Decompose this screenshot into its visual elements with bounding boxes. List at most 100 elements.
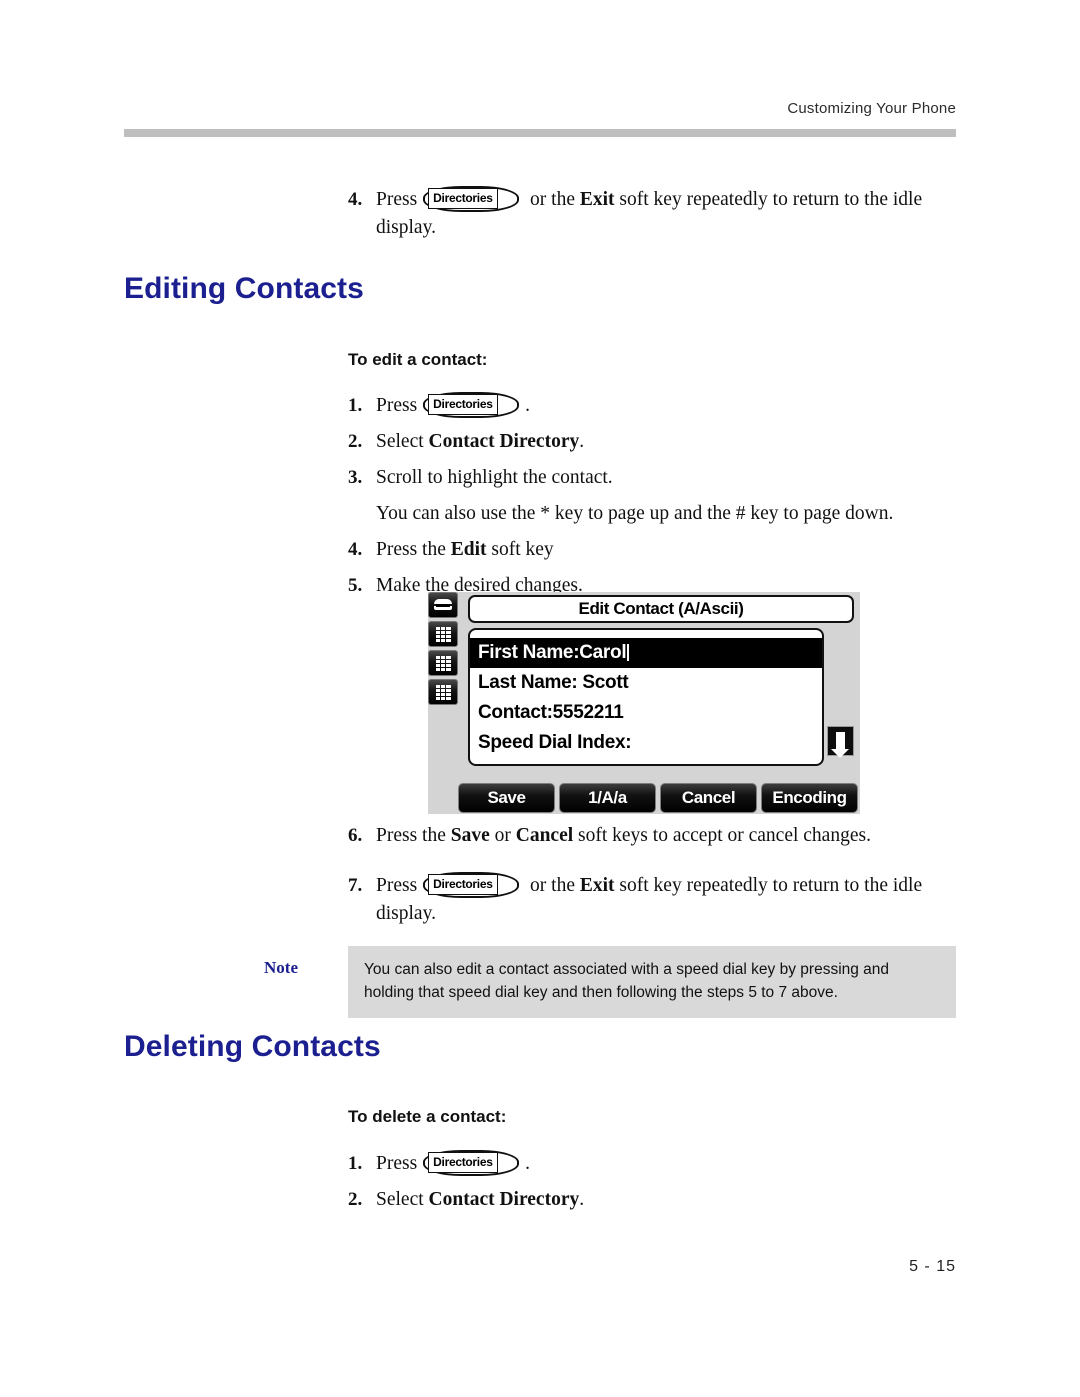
line-key-2[interactable] <box>428 621 458 647</box>
delete-step-list: 1. Press Directories. 2. Select Contact D… <box>348 1150 956 1222</box>
press-word: Press <box>376 189 418 210</box>
field-value: 5552211 <box>552 702 624 723</box>
sub-heading-to-edit-a-contact: To edit a contact: <box>348 350 488 369</box>
softkey-cancel[interactable]: Cancel <box>660 783 757 813</box>
directories-hardkey[interactable]: Directories <box>423 1150 520 1176</box>
note-body: You can also edit a contact associated w… <box>348 946 956 1018</box>
softkey-save[interactable]: Save <box>458 783 555 813</box>
step-text: Press Directories or the Exit soft key re… <box>376 186 956 242</box>
menu-item-contact-directory: Contact Directory <box>428 431 580 452</box>
cancel-softkey-name: Cancel <box>515 825 574 846</box>
field-row-contact[interactable]: Contact:5552211 <box>478 698 822 728</box>
line-key-3[interactable] <box>428 650 458 676</box>
field-label: First Name: <box>478 642 580 663</box>
scroll-down-indicator[interactable] <box>827 726 854 758</box>
step-tail: . <box>579 1189 585 1210</box>
softkey-label: Encoding <box>772 788 847 807</box>
lcd-title-text: Edit Contact (A/Ascii) <box>578 599 744 618</box>
directories-hardkey[interactable]: Directories <box>423 186 520 212</box>
step-text: Press Directories or the Exit soft key re… <box>376 872 956 928</box>
field-label: Contact: <box>478 702 553 723</box>
header-divider <box>124 129 956 137</box>
step-lead: Select <box>376 431 429 452</box>
softkey-encoding[interactable]: Encoding <box>761 783 858 813</box>
list-item: 1. Press Directories. <box>348 1150 956 1178</box>
field-row-first-name[interactable]: First Name:Carol <box>470 638 822 668</box>
press-word: Press <box>376 875 418 896</box>
list-item: 4. Press Directories or the Exit soft key… <box>348 186 956 242</box>
list-item: 7. Press Directories or the Exit soft key… <box>348 872 956 928</box>
hardkey-label: Directories <box>428 874 498 895</box>
step-number: 7. <box>348 875 363 896</box>
hardkey-label: Directories <box>428 394 498 415</box>
note-label: Note <box>264 958 298 977</box>
hardkey-label: Directories <box>428 1152 498 1173</box>
list-item: 6. Press the Save or Cancel soft keys to… <box>348 822 956 850</box>
step-text: Select Contact Directory. <box>376 1186 956 1214</box>
arrow-down-icon <box>831 732 849 758</box>
line-key-column <box>428 592 462 708</box>
step-tail: soft key <box>486 539 554 560</box>
step-number: 4. <box>348 539 363 560</box>
directories-hardkey[interactable]: Directories <box>423 872 520 898</box>
directories-hardkey[interactable]: Directories <box>423 392 520 418</box>
field-value: Carol <box>579 642 627 663</box>
exit-softkey-name: Exit <box>579 189 615 210</box>
step-number: 3. <box>348 467 363 488</box>
step-number: 1. <box>348 1153 363 1174</box>
page-header: Customizing Your Phone <box>124 100 956 137</box>
list-item: 1. Press Directories. <box>348 392 956 420</box>
list-item: 4. Press the Edit soft key <box>348 536 956 564</box>
page-title-editing-contacts: Editing Contacts <box>124 272 364 305</box>
step-text: Select Contact Directory. <box>376 428 956 456</box>
lcd-title-bar: Edit Contact (A/Ascii) <box>468 595 854 623</box>
step-text: Press Directories. <box>376 1150 956 1178</box>
edit-step-list: 1. Press Directories. 2. Select Contact D… <box>348 392 956 608</box>
text-cursor <box>627 644 630 661</box>
step-mid: or <box>489 825 516 846</box>
menu-item-contact-directory: Contact Directory <box>428 1189 580 1210</box>
hardkey-label: Directories <box>428 188 498 209</box>
field-label: Last Name: <box>478 672 583 693</box>
step-lead: Select <box>376 1189 429 1210</box>
softkey-encoding-mode[interactable]: 1/A/a <box>559 783 656 813</box>
press-word: Press <box>376 395 418 416</box>
step-period: . <box>525 1153 531 1174</box>
step-continuation-text: You can also use the * key to page up an… <box>376 503 894 524</box>
running-head: Customizing Your Phone <box>787 100 956 117</box>
field-label: Speed Dial Index: <box>478 732 632 753</box>
page-number: 5 - 15 <box>909 1258 956 1275</box>
page-title-deleting-contacts: Deleting Contacts <box>124 1030 381 1063</box>
phone-lcd-screenshot: Edit Contact (A/Ascii) First Name:Carol … <box>428 592 860 814</box>
step-text: Press the Save or Cancel soft keys to ac… <box>376 822 956 850</box>
step-number: 1. <box>348 395 363 416</box>
step-text: Scroll to highlight the contact. <box>376 467 613 488</box>
line-key-4[interactable] <box>428 679 458 705</box>
step-period: . <box>525 395 531 416</box>
edit-softkey-name: Edit <box>450 539 487 560</box>
soft-key-bar: Save 1/A/a Cancel Encoding <box>458 783 858 813</box>
field-value: Scott <box>582 672 629 693</box>
exit-softkey-name: Exit <box>579 875 615 896</box>
softkey-label: Cancel <box>681 788 736 807</box>
step-tail: soft keys to accept or cancel changes. <box>573 825 871 846</box>
field-row-last-name[interactable]: Last Name: Scott <box>478 668 822 698</box>
keypad-icon <box>435 684 451 700</box>
handset-icon <box>434 599 452 611</box>
step-number: 2. <box>348 1189 363 1210</box>
list-item: 2. Select Contact Directory. <box>348 1186 956 1214</box>
line-key-1[interactable] <box>428 592 458 618</box>
keypad-icon <box>435 626 451 642</box>
step-number: 6. <box>348 825 363 846</box>
step-text: Press the Edit soft key <box>376 536 956 564</box>
save-softkey-name: Save <box>450 825 490 846</box>
edit-step-list-continued: 6. Press the Save or Cancel soft keys to… <box>348 822 956 936</box>
sub-heading-to-delete-a-contact: To delete a contact: <box>348 1107 507 1126</box>
step-number: 2. <box>348 431 363 452</box>
field-row-speed-dial-index[interactable]: Speed Dial Index: <box>478 728 822 758</box>
step-lead: Press the <box>376 539 451 560</box>
keypad-icon <box>435 655 451 671</box>
top-step-list: 4. Press Directories or the Exit soft key… <box>348 186 956 250</box>
step-text: Press Directories. <box>376 392 956 420</box>
press-word: Press <box>376 1153 418 1174</box>
